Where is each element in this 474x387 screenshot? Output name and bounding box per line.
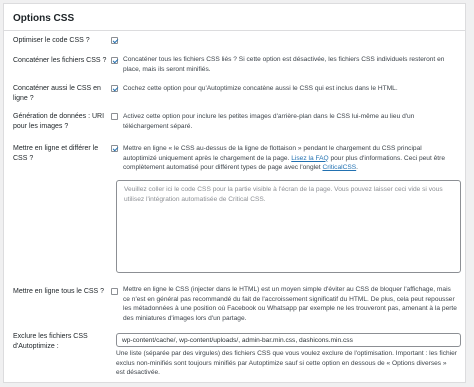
aggregate-inline-css-label: Concaténer aussi le CSS en ligne ?: [13, 85, 101, 102]
css-options-panel: Options CSS Optimiser le code CSS ? Conc…: [3, 3, 466, 383]
data-uris-checkbox[interactable]: [111, 113, 118, 120]
defer-css-description-end: .: [356, 164, 359, 171]
defer-css-label: Mettre en ligne et différer le CSS ?: [13, 145, 99, 162]
aggregate-inline-css-checkbox[interactable]: [111, 85, 118, 92]
criticalcss-tab-link[interactable]: CriticalCSS: [322, 164, 356, 171]
data-uris-label: Génération de données : URI pour les ima…: [13, 113, 105, 130]
panel-title: Options CSS: [13, 13, 75, 24]
inline-all-css-label: Mettre en ligne tous le CSS ?: [13, 288, 105, 295]
exclude-css-help: Une liste (séparée par des virgules) des…: [116, 350, 457, 376]
aggregate-css-checkbox[interactable]: [111, 57, 118, 64]
faq-link[interactable]: Lisez la FAQ: [291, 155, 328, 162]
inline-all-css-checkbox[interactable]: [111, 288, 118, 295]
optimize-css-checkbox[interactable]: [111, 37, 118, 44]
optimize-css-label: Optimiser le code CSS ?: [13, 37, 90, 44]
aggregate-css-label: Concaténer les fichiers CSS ?: [13, 57, 107, 64]
defer-css-checkbox[interactable]: [111, 145, 118, 152]
exclude-css-input[interactable]: wp-content/cache/, wp-content/uploads/, …: [116, 333, 461, 347]
data-uris-description: Activez cette option pour inclure les pe…: [123, 113, 415, 130]
inline-all-css-description: Mettre en ligne le CSS (injecter dans le…: [123, 286, 457, 322]
aggregate-inline-css-description: Cochez cette option pour qu'Autoptimize …: [123, 85, 398, 92]
aggregate-css-description: Concaténer tous les fichiers CSS liés ? …: [123, 56, 445, 73]
title-divider: [4, 30, 465, 31]
exclude-css-label: Exclure les fichiers CSS d'Autoptimize :: [13, 333, 88, 350]
critical-css-textarea[interactable]: Veuillez coller ici le code CSS pour la …: [116, 180, 461, 273]
defer-css-description: Mettre en ligne « le CSS au-dessus de la…: [123, 144, 457, 173]
